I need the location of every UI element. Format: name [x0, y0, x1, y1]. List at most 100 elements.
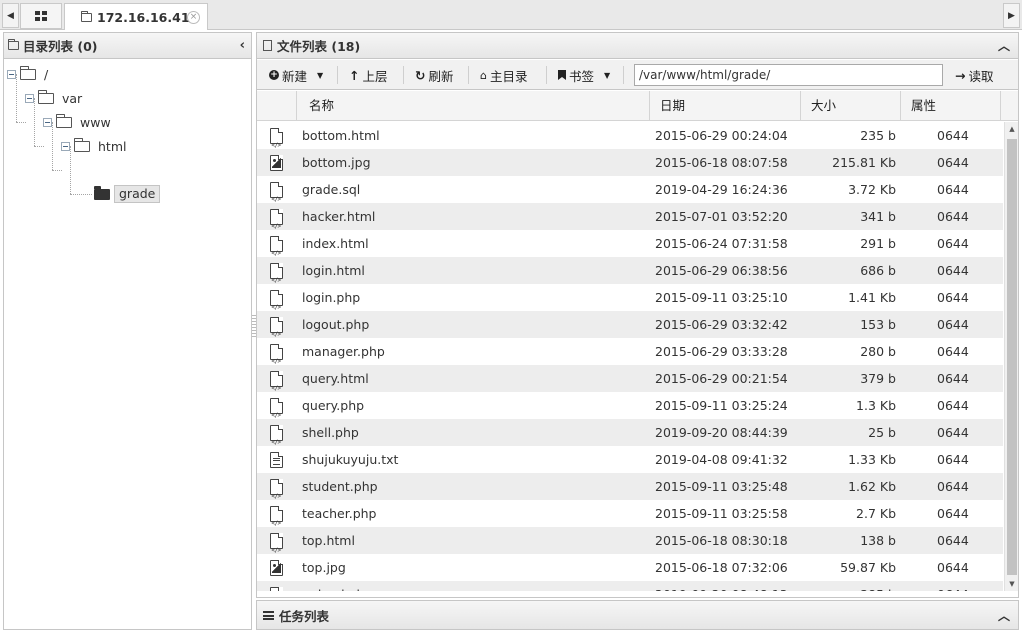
code-file-icon — [269, 208, 283, 240]
home-icon: ⌂ — [480, 68, 487, 82]
collapse-icon[interactable] — [61, 141, 70, 151]
plus-circle-icon: + — [269, 70, 279, 80]
tab-scroll-left-button[interactable]: ◀ — [2, 3, 19, 28]
task-panel-title: 任务列表 — [279, 608, 330, 624]
file-icon-cell — [267, 446, 285, 473]
file-row[interactable]: shell.php 2019-09-20 08:44:39 25 b 0644 — [257, 419, 1003, 456]
file-row[interactable]: logout.php 2015-06-29 03:32:42 153 b 0644 — [257, 311, 1003, 348]
file-size: 1.62 Kb — [848, 479, 896, 494]
file-name: shujukuyuju.txt — [302, 452, 399, 467]
tree-node-var[interactable]: var — [25, 89, 82, 107]
list-icon — [263, 610, 274, 620]
file-icon-cell — [267, 527, 285, 564]
column-header-date[interactable]: 日期 — [650, 91, 801, 121]
tree-node-label: / — [44, 66, 49, 82]
file-attr: 0644 — [937, 290, 969, 305]
tree-node-root[interactable]: / — [7, 65, 48, 83]
file-icon-cell — [267, 176, 285, 213]
file-name: index.html — [302, 236, 369, 251]
file-row[interactable]: login.php 2015-09-11 03:25:10 1.41 Kb 0644 — [257, 284, 1003, 321]
file-size: 215.81 Kb — [832, 155, 896, 170]
close-tab-icon[interactable]: × — [187, 11, 200, 24]
tree-node-html[interactable]: html — [61, 137, 126, 155]
scroll-up-icon[interactable]: ▲ — [1005, 122, 1019, 136]
file-attr: 0644 — [937, 398, 969, 413]
file-name: logout.php — [302, 317, 370, 332]
file-row[interactable]: top.jpg 2015-06-18 07:32:06 59.87 Kb 0644 — [257, 554, 1003, 581]
file-size: 291 b — [860, 236, 896, 251]
file-row[interactable]: upload.php 2019-09-20 08:48:13 385 b 0644 — [257, 581, 1003, 591]
file-date: 2015-06-29 00:21:54 — [655, 371, 788, 386]
collapse-up-icon[interactable]: ︿ — [998, 37, 1010, 54]
read-label: 读取 — [968, 68, 994, 84]
collapse-icon[interactable] — [7, 69, 16, 79]
refresh-button[interactable]: ↻ 刷新 — [415, 66, 454, 84]
code-file-icon — [269, 397, 283, 429]
collapse-icon[interactable] — [25, 93, 34, 103]
file-attr: 0644 — [937, 344, 969, 359]
file-attr: 0644 — [937, 155, 969, 170]
up-level-label: 上层 — [362, 68, 388, 84]
file-row[interactable]: top.html 2015-06-18 08:30:18 138 b 0644 — [257, 527, 1003, 564]
file-icon-cell — [267, 419, 285, 456]
file-list: bottom.html2015-06-29 00:24:04235 b0644b… — [257, 122, 1003, 591]
file-row[interactable]: manager.php 2015-06-29 03:33:28 280 b 0644 — [257, 338, 1003, 375]
column-header-size[interactable]: 大小 — [801, 91, 901, 121]
tree-node-www[interactable]: www — [43, 113, 111, 131]
home-tab[interactable] — [20, 3, 62, 29]
file-date: 2015-06-18 07:32:06 — [655, 560, 788, 575]
chevron-down-icon: ▼ — [604, 70, 611, 80]
column-header-attr[interactable]: 属性 — [901, 91, 1001, 121]
tree-node-grade[interactable]: grade — [94, 185, 161, 203]
file-panel-header: 文件列表 (18) ︿ — [257, 33, 1018, 59]
file-row[interactable]: shujukuyuju.txt 2019-04-08 09:41:32 1.33 K… — [257, 446, 1003, 473]
file-icon-cell — [267, 473, 285, 510]
file-icon-cell — [267, 257, 285, 294]
code-file-icon — [269, 262, 283, 294]
folder-icon — [38, 89, 54, 104]
file-date: 2019-09-20 08:48:13 — [655, 581, 788, 591]
file-row[interactable]: index.html 2015-06-24 07:31:58 291 b 0644 — [257, 230, 1003, 267]
refresh-icon: ↻ — [415, 67, 426, 83]
collapse-icon[interactable] — [43, 117, 52, 127]
tree-node-label: var — [62, 90, 83, 106]
new-button[interactable]: + 新建 ▼ — [269, 66, 323, 84]
file-row[interactable]: bottom.jpg 2015-06-18 08:07:58 215.81 Kb 06… — [257, 149, 1003, 176]
tab-bar: ◀ 172.16.16.41 × ▶ — [0, 0, 1022, 30]
up-level-button[interactable]: ↑ 上层 — [349, 66, 388, 84]
code-file-icon — [269, 127, 283, 159]
collapse-left-icon[interactable]: ‹ — [240, 38, 245, 53]
tab-connection[interactable]: 172.16.16.41 × — [64, 3, 208, 30]
file-row[interactable]: hacker.html 2015-07-01 03:52:20 341 b 0644 — [257, 203, 1003, 240]
file-row[interactable]: teacher.php 2015-09-11 03:25:58 2.7 Kb 0644 — [257, 500, 1003, 537]
file-date: 2015-06-24 07:31:58 — [655, 236, 788, 251]
file-row[interactable]: query.php 2015-09-11 03:25:24 1.3 Kb 0644 — [257, 392, 1003, 429]
file-row[interactable]: grade.sql 2019-04-29 16:24:36 3.72 Kb 0644 — [257, 176, 1003, 213]
file-date: 2015-09-11 03:25:58 — [655, 506, 788, 521]
file-attr: 0644 — [937, 182, 969, 197]
folder-icon — [56, 113, 72, 128]
expand-up-icon[interactable]: ︿ — [998, 607, 1010, 624]
scroll-down-icon[interactable]: ▼ — [1005, 577, 1019, 591]
task-panel-header: 任务列表 ︿ — [256, 600, 1019, 630]
code-file-icon — [269, 181, 283, 213]
refresh-label: 刷新 — [428, 68, 454, 84]
file-date: 2015-06-18 08:30:18 — [655, 533, 788, 548]
scrollbar-thumb[interactable] — [1007, 139, 1017, 575]
file-row[interactable]: bottom.html 2015-06-29 00:24:04 235 b 0644 — [257, 122, 1003, 159]
file-row[interactable]: query.html 2015-06-29 00:21:54 379 b 0644 — [257, 365, 1003, 402]
tab-scroll-right-button[interactable]: ▶ — [1003, 3, 1020, 28]
read-button[interactable]: → 读取 — [955, 66, 994, 84]
home-dir-button[interactable]: ⌂ 主目录 — [480, 66, 528, 84]
tree-node-label: grade — [114, 185, 161, 203]
file-attr: 0644 — [937, 581, 969, 591]
bookmark-button[interactable]: 书签 ▼ — [558, 66, 610, 84]
file-row[interactable]: student.php 2015-09-11 03:25:48 1.62 Kb 064… — [257, 473, 1003, 510]
file-name: manager.php — [302, 344, 385, 359]
column-header-name[interactable]: 名称 — [297, 91, 650, 121]
vertical-scrollbar[interactable]: ▲ ▼ — [1004, 122, 1018, 591]
folder-icon — [81, 10, 92, 22]
file-row[interactable]: login.html 2015-06-29 06:38:56 686 b 0644 — [257, 257, 1003, 294]
file-attr: 0644 — [937, 263, 969, 278]
path-input[interactable] — [634, 64, 943, 86]
